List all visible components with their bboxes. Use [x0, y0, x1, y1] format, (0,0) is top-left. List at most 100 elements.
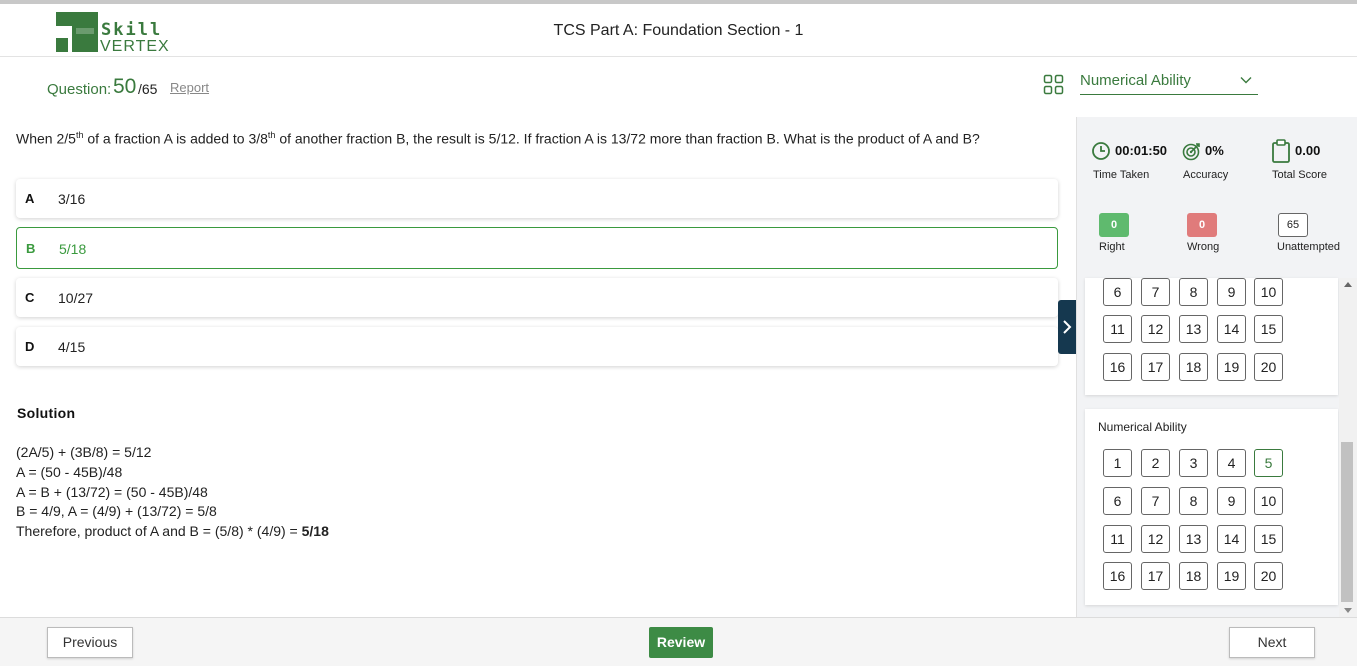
- question-nav-button[interactable]: 4: [1217, 449, 1246, 477]
- question-nav-button[interactable]: 7: [1141, 487, 1170, 515]
- total-score-value: 0.00: [1295, 143, 1321, 158]
- header: Skill VERTEX TCS Part A: Foundation Sect…: [0, 4, 1357, 57]
- solution-title: Solution: [17, 405, 76, 421]
- option-text: 10/27: [58, 290, 94, 306]
- question-nav-button[interactable]: 16: [1103, 353, 1132, 381]
- solution-line: A = (50 - 45B)/48: [16, 463, 123, 480]
- option-letter: A: [25, 191, 35, 206]
- solution-line: (2A/5) + (3B/8) = 5/12: [16, 444, 152, 460]
- sidebar-toggle-button[interactable]: [1058, 300, 1076, 354]
- target-icon: [1182, 143, 1200, 161]
- question-nav-button[interactable]: 17: [1141, 353, 1170, 381]
- question-nav-button[interactable]: 17: [1141, 562, 1170, 590]
- question-nav-button[interactable]: 15: [1254, 315, 1283, 343]
- question-nav-button[interactable]: 10: [1254, 278, 1283, 306]
- unattempted-count-label: Unattempted: [1277, 241, 1340, 253]
- question-current-number: 50: [113, 75, 137, 98]
- option-text: 5/18: [59, 241, 87, 257]
- question-nav-button[interactable]: 20: [1254, 353, 1283, 381]
- solution-line: B = 4/9, A = (4/9) + (13/72) = 5/8: [16, 503, 217, 520]
- question-nav-button[interactable]: 18: [1179, 353, 1208, 381]
- solution-final-answer: 5/18: [301, 523, 329, 540]
- time-taken-value: 00:01:50: [1115, 143, 1168, 158]
- section-dropdown-value: Numerical Ability: [1080, 72, 1191, 89]
- question-nav-button[interactable]: 14: [1217, 315, 1246, 343]
- question-nav-button[interactable]: 11: [1103, 525, 1132, 553]
- clock-icon: [1092, 142, 1110, 160]
- scrollbar-thumb[interactable]: [1341, 442, 1353, 602]
- palette-section-title: Numerical Ability: [1098, 420, 1187, 434]
- option-b[interactable]: B 5/18: [16, 227, 1058, 269]
- option-text: 4/15: [58, 339, 86, 355]
- option-c[interactable]: C 10/27: [16, 278, 1058, 317]
- question-nav-button[interactable]: 11: [1103, 315, 1132, 343]
- chevron-down-icon: [1240, 77, 1252, 84]
- clipboard-icon: [1272, 139, 1290, 163]
- question-text-part: of a fraction A is added to 3/8: [83, 130, 268, 147]
- question-nav-button[interactable]: 19: [1217, 353, 1246, 381]
- question-nav-button[interactable]: 10: [1254, 487, 1283, 515]
- question-text: When 2/5th of a fraction A is added to 3…: [16, 130, 980, 147]
- section-dropdown[interactable]: Numerical Ability: [1080, 70, 1258, 95]
- question-nav-button[interactable]: 15: [1254, 525, 1283, 553]
- question-nav-button[interactable]: 6: [1103, 487, 1132, 515]
- question-nav-button[interactable]: 12: [1141, 315, 1170, 343]
- footer: Previous Review Next: [0, 617, 1357, 666]
- next-button[interactable]: Next: [1229, 627, 1315, 658]
- question-nav-button[interactable]: 3: [1179, 449, 1208, 477]
- question-nav-button-current[interactable]: 5: [1254, 449, 1283, 477]
- question-nav-button[interactable]: 2: [1141, 449, 1170, 477]
- right-count-label: Right: [1099, 241, 1125, 253]
- sidebar-scrollbar[interactable]: [1339, 278, 1357, 617]
- question-nav-button[interactable]: 7: [1141, 278, 1170, 306]
- question-nav-button[interactable]: 8: [1179, 278, 1208, 306]
- question-nav-button[interactable]: 12: [1141, 525, 1170, 553]
- solution-line: A = B + (13/72) = (50 - 45B)/48: [16, 483, 208, 500]
- question-nav-button[interactable]: 13: [1179, 525, 1208, 553]
- question-palette-previous: 6 7 8 9 10 11 12 13 14 15 16 17 18 19 20: [1085, 278, 1338, 395]
- question-nav-button[interactable]: 1: [1103, 449, 1132, 477]
- question-nav-button[interactable]: 9: [1217, 278, 1246, 306]
- accuracy-value: 0%: [1205, 143, 1224, 158]
- question-nav-button[interactable]: 8: [1179, 487, 1208, 515]
- question-label: Question:: [47, 81, 112, 98]
- section-selector[interactable]: Numerical Ability: [1043, 70, 1258, 96]
- question-nav-button[interactable]: 20: [1254, 562, 1283, 590]
- question-palette-numerical-ability: Numerical Ability 1 2 3 4 5 6 7 8 9 10 1…: [1085, 409, 1338, 605]
- question-text-part: of another fraction B, the result is 5/1…: [275, 130, 980, 147]
- accuracy-label: Accuracy: [1183, 169, 1229, 181]
- report-link[interactable]: Report: [170, 80, 209, 95]
- option-a[interactable]: A 3/16: [16, 179, 1058, 218]
- question-nav-button[interactable]: 18: [1179, 562, 1208, 590]
- solution-body: (2A/5) + (3B/8) = 5/12 A = (50 - 45B)/48…: [16, 443, 329, 542]
- question-nav-button[interactable]: 14: [1217, 525, 1246, 553]
- review-button[interactable]: Review: [649, 627, 713, 658]
- option-letter: D: [25, 339, 35, 354]
- option-text: 3/16: [58, 191, 86, 207]
- option-letter: C: [25, 290, 35, 305]
- unattempted-count-badge: 65: [1278, 213, 1308, 237]
- right-count-badge: 0: [1099, 213, 1129, 237]
- previous-button[interactable]: Previous: [47, 627, 133, 658]
- scroll-up-arrow-icon[interactable]: [1344, 282, 1352, 287]
- scroll-down-arrow-icon[interactable]: [1344, 608, 1352, 613]
- question-text-part: When 2/5: [16, 130, 76, 147]
- wrong-count-label: Wrong: [1187, 241, 1220, 253]
- time-taken-label: Time Taken: [1093, 169, 1150, 181]
- option-d[interactable]: D 4/15: [16, 327, 1058, 366]
- logo-text-vertex: VERTEX: [100, 38, 170, 55]
- chevron-right-icon: [1063, 320, 1072, 334]
- solution-final-text: Therefore, product of A and B = (5/8) * …: [16, 523, 302, 540]
- total-score-label: Total Score: [1272, 169, 1328, 181]
- question-nav-button[interactable]: 19: [1217, 562, 1246, 590]
- question-nav-button[interactable]: 6: [1103, 278, 1132, 306]
- grid-icon: [1043, 74, 1064, 95]
- wrong-count-badge: 0: [1187, 213, 1217, 237]
- solution-line: Therefore, product of A and B = (5/8) * …: [16, 522, 329, 542]
- question-nav-button[interactable]: 16: [1103, 562, 1132, 590]
- page-title: TCS Part A: Foundation Section - 1: [553, 22, 804, 39]
- question-total: /65: [138, 81, 158, 97]
- question-nav-button[interactable]: 13: [1179, 315, 1208, 343]
- question-nav-button[interactable]: 9: [1217, 487, 1246, 515]
- option-letter: B: [26, 241, 36, 256]
